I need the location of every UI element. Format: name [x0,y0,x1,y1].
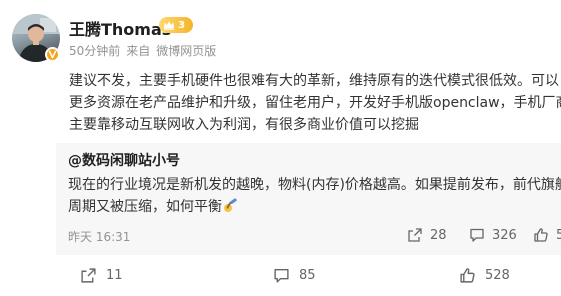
author-name[interactable]: 王腾Thomas [69,16,171,40]
retweet-author[interactable]: @数码闲聊站小号 [68,150,180,170]
retweet-body: 现在的行业境况是新机发的越晚，物料(内存)价格越高。如果提前发布，前代旗舰的生 … [68,174,561,218]
comment-count: 85 [299,268,316,283]
retweet-box[interactable]: @数码闲聊站小号 现在的行业境况是新机发的越晚，物料(内存)价格越高。如果提前发… [56,143,561,255]
post-body: 建议不发，主要手机硬件也很难有大的革新，维持原有的迭代模式很低效。可以 更多资源… [69,70,561,136]
retweet-text-line: 周期又被压缩，如何平衡 [68,196,561,218]
retweet-text-line: 现在的行业境况是新机发的越晚，物料(内存)价格越高。如果提前发布，前代旗舰的生 [68,177,561,193]
retweet-time[interactable]: 昨天 16:31 [68,228,130,245]
post-text-line: 主要靠移动互联网收入为利润，有很多商业价值可以挖掘 [69,117,419,133]
post-text-line: 更多资源在老产品维护和升级，留住老用户，开发好手机版openclaw，手机厂商 [69,95,561,111]
repost-icon [408,228,422,242]
balance-emoji-icon [224,198,237,212]
retweet-repost-count: 28 [430,227,447,243]
retweet-text-line-end: 周期又被压缩，如何平衡 [68,199,222,215]
author-avatar[interactable] [12,14,60,62]
crown-icon [164,21,174,30]
post-source: 微博网页版 [156,44,217,58]
retweet-comment-button[interactable]: 326 [469,227,517,243]
retweet-like-count: 5 [556,227,561,243]
repost-button[interactable]: 11 [80,267,123,284]
vip-badge[interactable]: 3 [159,17,193,33]
source-prefix: 来自 [126,44,151,58]
vip-level: 3 [178,19,185,31]
retweet-repost-button[interactable]: 28 [407,227,447,243]
post-meta: 50分钟前 来自 微博网页版 [69,42,222,59]
comment-icon [470,228,484,242]
like-button[interactable]: 528 [459,267,510,284]
comment-button[interactable]: 85 [273,267,316,284]
repost-count: 11 [106,268,123,283]
verified-icon [45,47,60,62]
thumbs-up-icon [534,228,548,242]
post-text-line: 建议不发，主要手机硬件也很难有大的革新，维持原有的迭代模式很低效。可以 [69,73,559,89]
like-count: 528 [485,268,510,283]
post-action-bar: 11 85 528 [0,265,561,289]
repost-icon [81,268,96,283]
thumbs-up-icon [460,268,475,283]
comment-icon [274,268,289,283]
retweet-comment-count: 326 [492,227,517,243]
weibo-post-card: 王腾Thomas 3 50分钟前 来自 微博网页版 建议不发，主要手机硬件也很难有大… [0,0,561,296]
post-time[interactable]: 50分钟前 [69,44,120,58]
retweet-like-button[interactable]: 5 [533,227,561,243]
